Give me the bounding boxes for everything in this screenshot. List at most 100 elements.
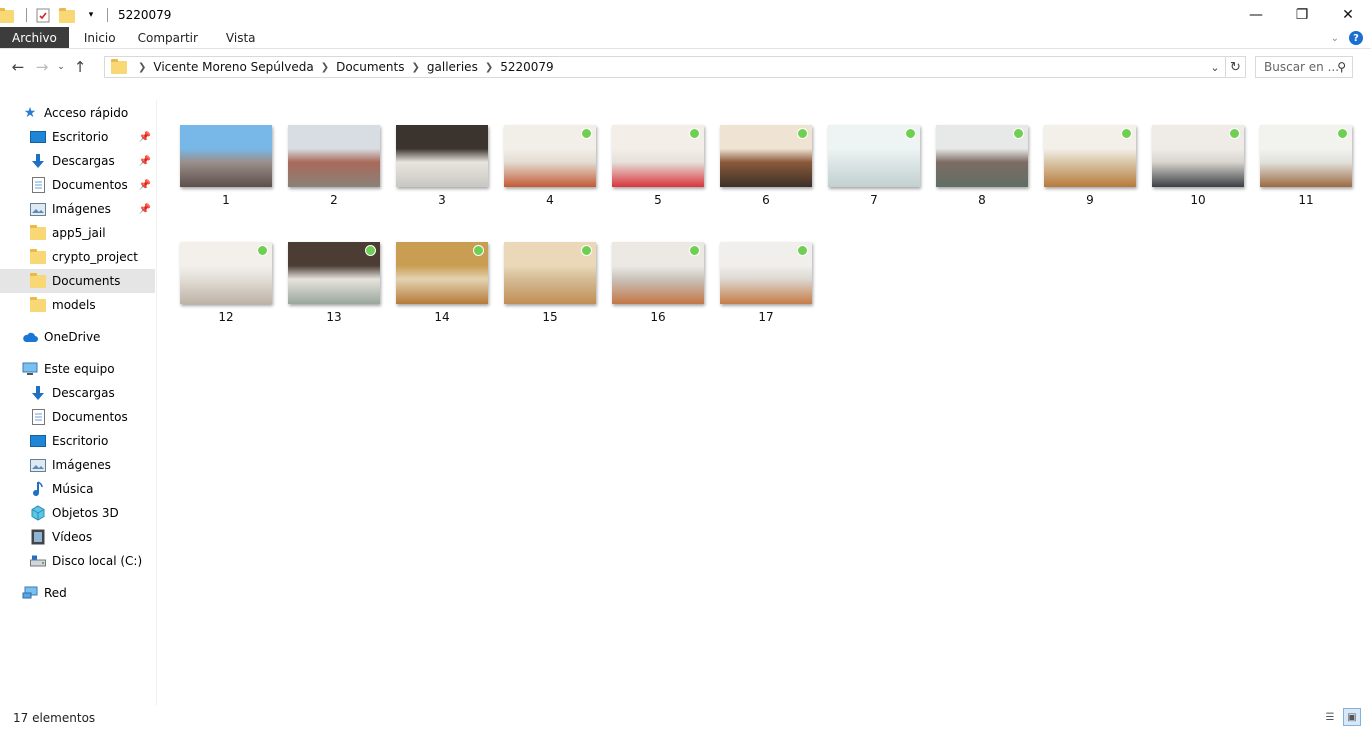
address-dropdown-icon[interactable]: ⌄	[1205, 57, 1225, 77]
nav-pc-item[interactable]: Disco local (C:)	[0, 549, 155, 573]
breadcrumb-user[interactable]: Vicente Moreno Sepúlveda	[153, 60, 313, 74]
file-item[interactable]: 16	[608, 242, 708, 324]
file-item[interactable]: 1	[176, 125, 276, 207]
chevron-right-icon[interactable]: ❯	[138, 62, 146, 73]
nav-pc-item[interactable]: Imágenes	[0, 453, 155, 477]
image-thumbnail[interactable]	[288, 125, 380, 187]
file-item[interactable]: 12	[176, 242, 276, 324]
folder-icon[interactable]	[0, 7, 16, 23]
tab-vista[interactable]: Vista	[210, 27, 268, 48]
image-thumbnail[interactable]	[828, 125, 920, 187]
file-item[interactable]: 15	[500, 242, 600, 324]
address-bar[interactable]: ❯ Vicente Moreno Sepúlveda ❯ Documents ❯…	[104, 56, 1246, 78]
file-item[interactable]: 4	[500, 125, 600, 207]
maximize-button[interactable]: ❐	[1279, 0, 1325, 29]
image-thumbnail[interactable]	[1260, 125, 1352, 187]
customize-toolbar-icon[interactable]: ▾	[83, 7, 99, 23]
file-name: 1	[222, 193, 230, 207]
help-icon[interactable]: ?	[1349, 31, 1363, 45]
nav-quick-item[interactable]: Documentos 📌	[0, 173, 155, 197]
nav-quick-item[interactable]: Descargas 📌	[0, 149, 155, 173]
file-item[interactable]: 10	[1148, 125, 1248, 207]
new-folder-icon[interactable]	[59, 7, 75, 23]
image-thumbnail[interactable]	[1044, 125, 1136, 187]
nav-pc-item[interactable]: Escritorio	[0, 429, 155, 453]
tab-compartir[interactable]: Compartir	[128, 27, 210, 48]
image-thumbnail[interactable]	[396, 125, 488, 187]
nav-quick-item[interactable]: Documents	[0, 269, 155, 293]
up-button[interactable]: ↑	[68, 55, 92, 79]
file-item[interactable]: 6	[716, 125, 816, 207]
nav-label: Acceso rápido	[44, 106, 129, 120]
nav-quick-item[interactable]: Imágenes 📌	[0, 197, 155, 221]
nav-pc-item[interactable]: Vídeos	[0, 525, 155, 549]
file-item[interactable]: 2	[284, 125, 384, 207]
image-thumbnail[interactable]	[396, 242, 488, 304]
file-item[interactable]: 7	[824, 125, 924, 207]
search-input[interactable]: Buscar en ...	[1264, 60, 1339, 74]
ribbon-tabs: Archivo Inicio Compartir Vista ⌄ ?	[0, 27, 1371, 49]
chevron-right-icon[interactable]: ❯	[321, 62, 329, 73]
nav-quick-item[interactable]: crypto_project	[0, 245, 155, 269]
chevron-right-icon[interactable]: ❯	[485, 62, 493, 73]
image-thumbnail[interactable]	[720, 125, 812, 187]
pin-icon[interactable]: 📌	[139, 156, 151, 167]
large-icons-view-icon[interactable]: ▣	[1343, 708, 1361, 726]
nav-network[interactable]: Red	[22, 581, 155, 605]
forward-button[interactable]: →	[30, 55, 54, 79]
nav-quick-item[interactable]: Escritorio 📌	[0, 125, 155, 149]
pin-icon[interactable]: 📌	[139, 180, 151, 191]
file-list: 1 2 3 4 5 6 7 8 9 10 11 12 13 14 15 16 17	[158, 100, 1371, 705]
image-thumbnail[interactable]	[720, 242, 812, 304]
nav-this-pc[interactable]: Este equipo	[22, 357, 155, 381]
recent-locations-button[interactable]: ⌄	[54, 55, 68, 79]
pin-icon[interactable]: 📌	[139, 204, 151, 215]
tab-archivo[interactable]: Archivo	[0, 27, 69, 48]
nav-pc-item[interactable]: Documentos	[0, 405, 155, 429]
file-item[interactable]: 13	[284, 242, 384, 324]
tab-inicio[interactable]: Inicio	[69, 27, 128, 48]
image-thumbnail[interactable]	[612, 125, 704, 187]
image-thumbnail[interactable]	[936, 125, 1028, 187]
file-item[interactable]: 17	[716, 242, 816, 324]
breadcrumb-galleries[interactable]: galleries	[427, 60, 478, 74]
pin-icon[interactable]: 📌	[139, 132, 151, 143]
nav-onedrive[interactable]: OneDrive	[22, 325, 155, 349]
nav-pc-item[interactable]: Objetos 3D	[0, 501, 155, 525]
image-thumbnail[interactable]	[612, 242, 704, 304]
nav-quick-item[interactable]: models	[0, 293, 155, 317]
nav-quick-access[interactable]: ★ Acceso rápido	[22, 101, 155, 125]
back-button[interactable]: ←	[6, 55, 30, 79]
file-name: 6	[762, 193, 770, 207]
nav-quick-item[interactable]: app5_jail	[0, 221, 155, 245]
file-item[interactable]: 8	[932, 125, 1032, 207]
file-item[interactable]: 11	[1256, 125, 1356, 207]
minimize-button[interactable]: —	[1233, 0, 1279, 29]
image-thumbnail[interactable]	[180, 242, 272, 304]
file-item[interactable]: 5	[608, 125, 708, 207]
watermark-badge-icon	[581, 128, 592, 139]
nav-pc-item[interactable]: Descargas	[0, 381, 155, 405]
image-thumbnail[interactable]	[1152, 125, 1244, 187]
nav-pc-item[interactable]: Música	[0, 477, 155, 501]
file-name: 2	[330, 193, 338, 207]
chevron-right-icon[interactable]: ❯	[412, 62, 420, 73]
file-item[interactable]: 3	[392, 125, 492, 207]
image-thumbnail[interactable]	[288, 242, 380, 304]
image-thumbnail[interactable]	[504, 242, 596, 304]
properties-icon[interactable]	[35, 7, 51, 23]
file-item[interactable]: 14	[392, 242, 492, 324]
search-icon: ⚲	[1337, 60, 1346, 74]
search-box[interactable]: Buscar en ... ⚲	[1255, 56, 1353, 78]
image-thumbnail[interactable]	[504, 125, 596, 187]
window-title: 5220079	[118, 7, 172, 22]
expand-ribbon-icon[interactable]: ⌄	[1331, 33, 1339, 44]
breadcrumb-documents[interactable]: Documents	[336, 60, 404, 74]
details-view-icon[interactable]: ☰	[1321, 708, 1339, 726]
image-thumbnail[interactable]	[180, 125, 272, 187]
breadcrumb-current[interactable]: 5220079	[500, 60, 553, 74]
close-button[interactable]: ✕	[1325, 0, 1371, 29]
refresh-icon[interactable]: ↻	[1225, 57, 1245, 77]
file-item[interactable]: 9	[1040, 125, 1140, 207]
quick-access-toolbar: ▾ 5220079	[0, 0, 171, 29]
